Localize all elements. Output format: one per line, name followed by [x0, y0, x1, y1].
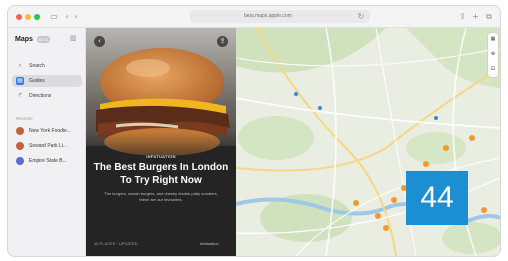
landmark-icon — [16, 157, 24, 165]
sidebar-item-label: Directions — [29, 93, 52, 99]
back-icon[interactable]: ‹ — [63, 11, 71, 22]
address-bar[interactable]: beta.maps.apple.com ↻ — [190, 10, 370, 23]
guide-meta: 46 PLACES · UPDATED — [94, 241, 138, 246]
map-mode-icon[interactable]: ▦ — [488, 36, 498, 42]
close-window-button[interactable] — [16, 14, 22, 20]
recent-item-label: New York Foodie... — [29, 128, 71, 134]
search-icon: ⌕ — [18, 62, 22, 69]
guides-icon: ▤ — [16, 77, 24, 85]
sidebar-item-guides[interactable]: ▤ Guides — [12, 75, 82, 87]
maps-logo: Maps — [15, 35, 33, 43]
beta-badge: BETA — [37, 36, 50, 43]
browser-toolbar: ▭ ‹ › beta.maps.apple.com ↻ ⇪ + ⧉ — [8, 6, 500, 28]
minimize-window-button[interactable] — [25, 14, 31, 20]
tab-overview-icon[interactable]: ⧉ — [484, 11, 494, 22]
recent-item[interactable]: New York Foodie... — [12, 125, 82, 137]
reload-icon[interactable]: ↻ — [356, 11, 366, 22]
map-controls: ▦ ⊕ ⊡ — [488, 33, 498, 77]
recent-item[interactable]: Empire State B... — [12, 155, 82, 167]
sidebar-collapse-icon[interactable]: ▥ — [70, 34, 77, 42]
zoom-icon[interactable]: ⊡ — [488, 66, 498, 72]
recents-heading: Recents — [16, 116, 33, 121]
sidebar-item-directions[interactable]: ↱ Directions — [12, 90, 82, 102]
cluster-count-badge[interactable]: 44 — [406, 171, 468, 225]
sidebar-toggle-icon[interactable]: ▭ — [48, 11, 60, 22]
share-icon[interactable]: ⇪ — [217, 36, 228, 47]
recent-item-label: Seward Park Li... — [29, 143, 68, 149]
address-text: beta.maps.apple.com — [244, 13, 292, 19]
brand-name: Maps — [15, 36, 33, 43]
guide-card[interactable]: ‹ ⇪ INFATUATION The Best Burgers In Lond… — [86, 28, 236, 256]
sidebar-item-search[interactable]: ⌕ Search — [12, 60, 82, 72]
sidebar-item-label: Guides — [29, 78, 45, 84]
directions-icon: ↱ — [17, 92, 23, 99]
new-tab-icon[interactable]: + — [471, 11, 480, 22]
burger-photo — [86, 28, 236, 256]
zoom-window-button[interactable] — [34, 14, 40, 20]
guide-source[interactable]: Infatuation — [200, 241, 219, 246]
compass-icon[interactable]: ⊕ — [488, 51, 498, 57]
forward-icon[interactable]: › — [72, 11, 80, 22]
back-icon[interactable]: ‹ — [94, 36, 105, 47]
guide-description: The burgers, smash burgers, and cheeky d… — [104, 191, 218, 202]
recent-item[interactable]: Seward Park Li... — [12, 140, 82, 152]
recent-item-label: Empire State B... — [29, 158, 67, 164]
maps-sidebar: Maps BETA ▥ ⌕ Search ▤ Guides ↱ Directio… — [8, 28, 86, 256]
guide-icon — [16, 142, 24, 150]
guide-publisher: INFATUATION — [146, 154, 176, 159]
guide-title: The Best Burgers In London To Try Right … — [93, 162, 229, 186]
sidebar-item-label: Search — [29, 63, 45, 69]
share-icon[interactable]: ⇪ — [458, 11, 467, 22]
guide-icon — [16, 127, 24, 135]
